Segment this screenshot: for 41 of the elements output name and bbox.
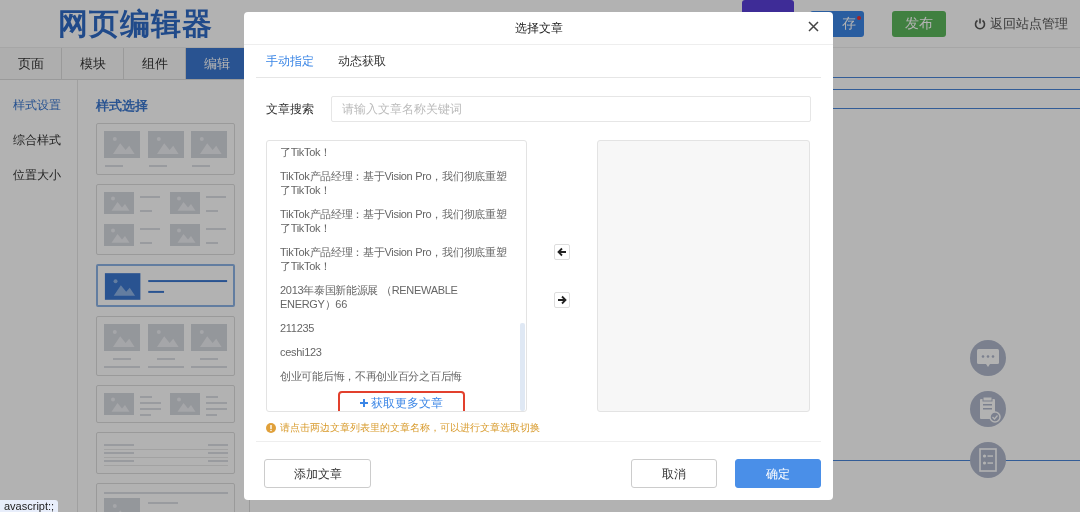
article-item[interactable]: TikTok产品经理：基于Vision Pro，我们彻底重塑了TikTok！ (280, 245, 512, 273)
close-button[interactable] (808, 21, 819, 32)
plus-icon (360, 399, 368, 407)
arrow-left-icon (557, 247, 567, 257)
close-icon (808, 21, 819, 32)
panel-tab[interactable]: 组件 (124, 48, 186, 79)
search-label: 文章搜索 (266, 101, 314, 118)
menu-item[interactable]: 综合样式 (13, 131, 77, 149)
logo: 网页编辑器 (58, 8, 213, 39)
tab[interactable]: 手动指定 (266, 52, 314, 70)
exit-link[interactable]: 返回站点管理 (974, 13, 1068, 34)
menu-item[interactable]: 位置大小 (13, 166, 77, 184)
cancel-button[interactable]: 取消 (631, 459, 717, 488)
confirm-button[interactable]: 确定 (735, 459, 821, 488)
floating-button[interactable] (970, 340, 1006, 376)
article-item[interactable]: TikTok产品经理：基于Vision Pro，我们彻底重塑了TikTok！ (280, 169, 512, 197)
warning-icon (266, 422, 276, 433)
move-right-button[interactable] (554, 292, 570, 308)
floating-button[interactable] (970, 391, 1006, 427)
arrow-right-icon (557, 295, 567, 305)
panel-tab[interactable]: 页面 (0, 48, 62, 79)
dialog-title: 选择文章 (514, 20, 563, 37)
hint-text: 请点击两边文章列表里的文章名称，可以进行文章选取切换 (280, 421, 540, 435)
article-item[interactable]: 2013年泰国新能源展 （RENEWABLE ENERGY）66 (280, 283, 512, 311)
article-item[interactable]: 了TikTok！ (280, 145, 512, 159)
load-more-button[interactable]: 获取更多文章 (338, 391, 465, 411)
search-field[interactable]: 请输入文章名称关键词 (331, 96, 811, 122)
article-item[interactable]: 211235 (280, 321, 512, 335)
menu-item[interactable]: 样式设置 (13, 96, 77, 114)
panel-tab[interactable]: 模块 (62, 48, 124, 79)
floating-button[interactable] (970, 442, 1006, 478)
style-option[interactable] (96, 263, 235, 307)
article-item[interactable]: 创业可能后悔，不再创业百分之百后悔 (280, 369, 512, 383)
article-item[interactable]: TikTok产品经理：基于Vision Pro，我们彻底重塑了TikTok！ (280, 207, 512, 235)
move-left-button[interactable] (554, 244, 570, 260)
tab[interactable]: 动态获取 (338, 52, 386, 70)
add-article-button[interactable]: 添加文章 (264, 459, 371, 488)
section-title: 样式选择 (96, 97, 149, 115)
article-item[interactable]: ceshi123 (280, 345, 512, 359)
status-tooltip: avascript:; (0, 500, 59, 512)
power-icon (974, 17, 986, 30)
